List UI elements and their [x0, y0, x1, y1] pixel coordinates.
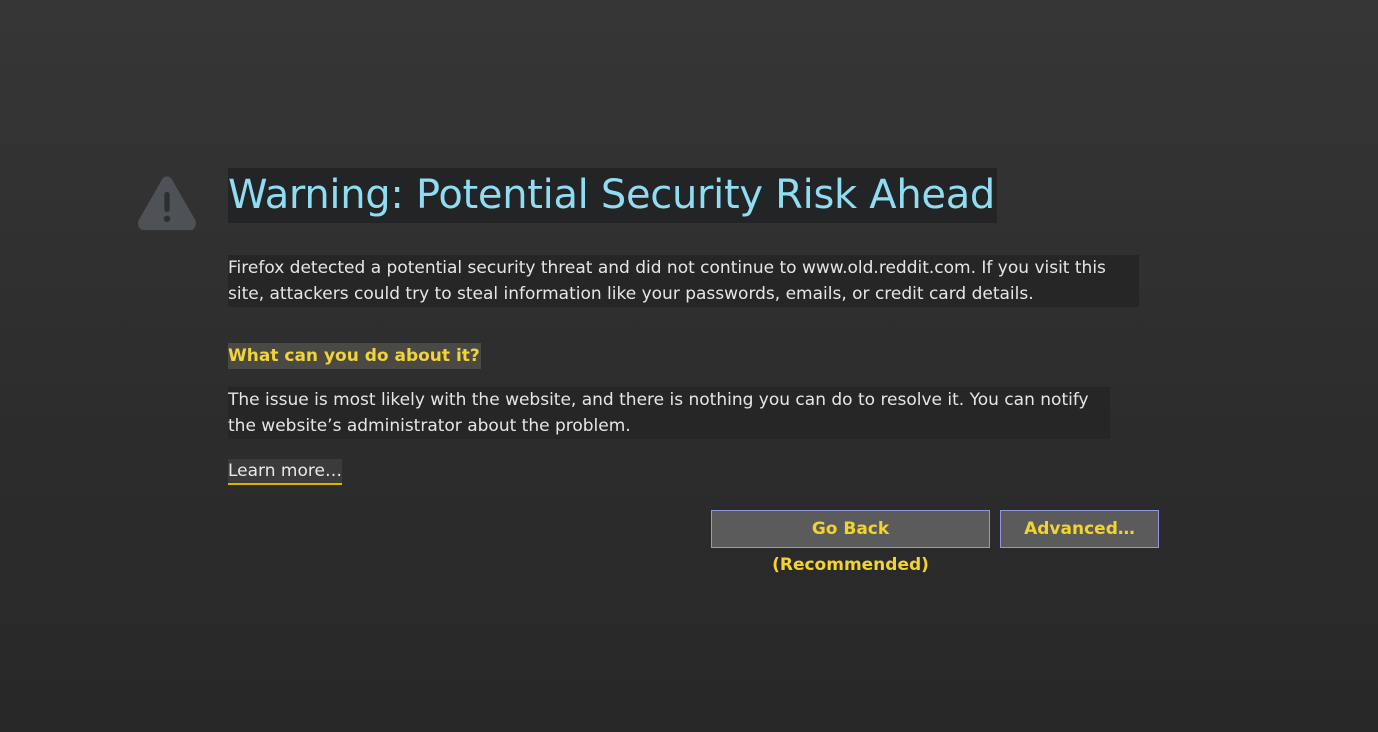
- explanation-text: The issue is most likely with the websit…: [228, 387, 1110, 439]
- button-container: Go Back (Recommended) Advanced…: [711, 510, 1159, 575]
- learn-more-link[interactable]: Learn more…: [228, 459, 342, 485]
- go-back-button[interactable]: Go Back (Recommended): [711, 510, 990, 575]
- what-can-you-do-heading: What can you do about it?: [228, 343, 481, 369]
- page-title: Warning: Potential Security Risk Ahead: [228, 168, 998, 223]
- advanced-button[interactable]: Advanced…: [1000, 510, 1159, 548]
- warning-icon: [137, 175, 197, 231]
- intro-text: Firefox detected a potential security th…: [228, 255, 1139, 307]
- error-content: Warning: Potential Security Risk Ahead F…: [228, 168, 1168, 485]
